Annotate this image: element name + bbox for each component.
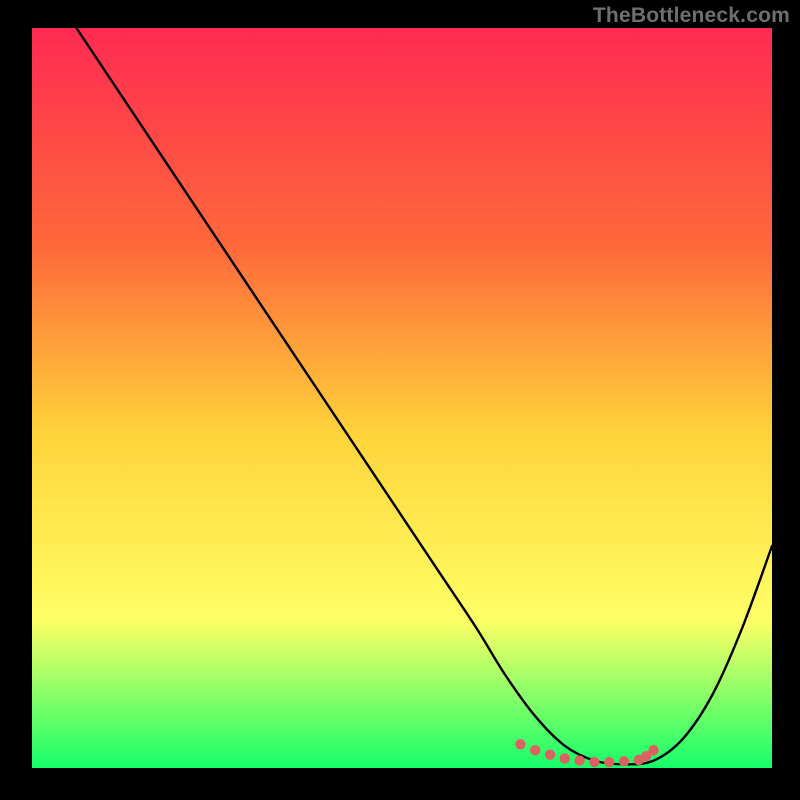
flat-region-dot xyxy=(648,745,658,755)
flat-region-dot xyxy=(574,755,584,765)
bottleneck-chart xyxy=(32,28,772,768)
flat-region-dot xyxy=(530,745,540,755)
flat-region-dot xyxy=(589,757,599,767)
flat-region-dot xyxy=(604,757,614,767)
chart-container: TheBottleneck.com xyxy=(0,0,800,800)
plot-area xyxy=(32,28,772,768)
flat-region-dot xyxy=(515,739,525,749)
flat-region-dot xyxy=(560,753,570,763)
watermark-text: TheBottleneck.com xyxy=(593,4,790,28)
flat-region-dot xyxy=(619,756,629,766)
flat-region-dot xyxy=(545,750,555,760)
gradient-background xyxy=(32,28,772,768)
